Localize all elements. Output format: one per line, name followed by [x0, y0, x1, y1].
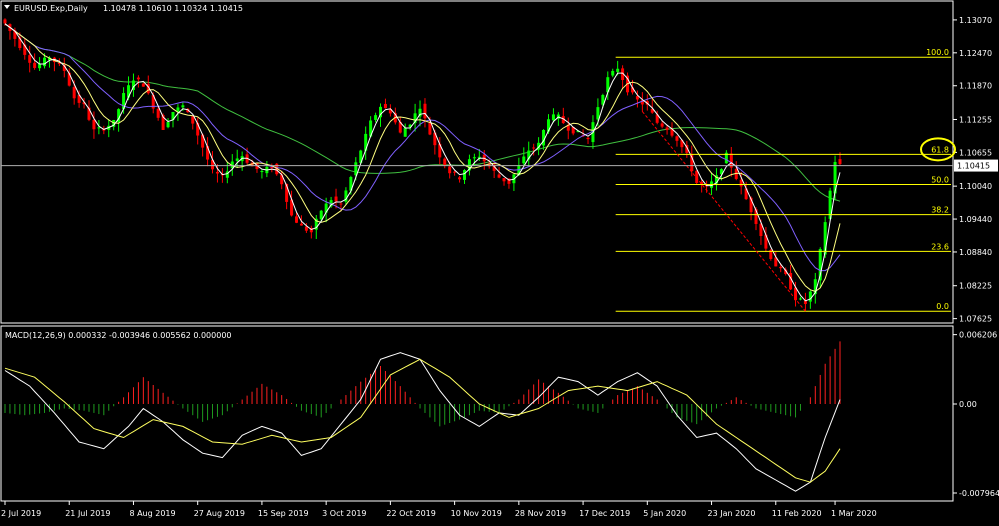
bear-candle — [334, 196, 338, 202]
bear-candle — [72, 87, 76, 99]
bear-candle — [28, 55, 32, 63]
bull-candle — [235, 158, 239, 161]
bull-candle — [374, 115, 378, 120]
bull-candle — [166, 122, 170, 128]
fib-level-label: 23.6 — [931, 242, 949, 251]
bear-candle — [3, 19, 7, 24]
bear-candle — [695, 170, 699, 183]
current-price-label: 1.10415 — [957, 162, 990, 171]
bear-candle — [838, 159, 842, 164]
bear-candle — [191, 116, 195, 124]
price-tick-label: 1.10655 — [959, 148, 992, 157]
time-tick-label: 3 Oct 2019 — [322, 509, 366, 518]
bear-candle — [295, 216, 299, 223]
bear-candle — [33, 62, 37, 68]
bull-candle — [43, 57, 47, 67]
time-tick-label: 17 Dec 2019 — [579, 509, 630, 518]
macd-label: MACD(12,26,9) 0.000332 -0.003946 0.00556… — [5, 331, 232, 340]
fib-level-label: 50.0 — [931, 175, 949, 184]
chart-canvas[interactable]: 1.13070 1.12470 1.11870 1.11255 1.10655 1.100… — [0, 0, 999, 522]
bull-candle — [462, 170, 466, 180]
bear-candle — [502, 178, 506, 182]
bear-candle — [779, 266, 783, 269]
macd-tick-label: -0.007964 — [959, 489, 999, 498]
time-tick-label: 23 Jan 2020 — [708, 509, 756, 518]
bear-candle — [675, 136, 679, 141]
macd-tick-label: 0.006206 — [959, 331, 997, 340]
bear-candle — [215, 171, 219, 174]
bear-candle — [660, 123, 664, 127]
bear-candle — [497, 174, 501, 178]
bear-candle — [383, 103, 387, 109]
price-tick-label: 1.13070 — [959, 16, 992, 25]
bear-candle — [448, 166, 452, 174]
time-tick-label: 15 Sep 2019 — [258, 509, 309, 518]
price-tick-label: 1.08225 — [959, 282, 992, 291]
fib-level-label: 100.0 — [926, 48, 949, 57]
bull-candle — [808, 291, 812, 302]
bear-candle — [458, 177, 462, 180]
bull-candle — [551, 114, 555, 121]
bull-candle — [798, 298, 802, 300]
price-tick-label: 1.07625 — [959, 315, 992, 324]
bull-candle — [97, 127, 101, 129]
price-tick-label: 1.10040 — [959, 182, 992, 191]
bull-candle — [319, 210, 323, 220]
time-tick-label: 21 Jul 2019 — [65, 509, 110, 518]
bull-candle — [522, 156, 526, 164]
bull-candle — [403, 128, 407, 137]
bear-candle — [532, 147, 536, 149]
bull-candle — [472, 157, 476, 159]
time-tick-label: 10 Nov 2019 — [451, 509, 502, 518]
macd-tick-label: 0.00 — [959, 400, 977, 409]
price-tick-label: 1.11870 — [959, 82, 992, 91]
bear-candle — [428, 122, 432, 135]
time-tick-label: 27 Aug 2019 — [194, 509, 245, 518]
bull-candle — [181, 105, 185, 108]
price-tick-label: 1.12470 — [959, 49, 992, 58]
bull-candle — [611, 70, 615, 76]
chart-background — [0, 0, 999, 522]
price-tick-label: 1.09440 — [959, 215, 992, 224]
bear-candle — [299, 223, 303, 226]
price-tick-label: 1.08840 — [959, 248, 992, 257]
bear-candle — [443, 158, 447, 166]
time-tick-label: 28 Nov 2019 — [515, 509, 566, 518]
time-tick-label: 22 Oct 2019 — [386, 509, 435, 518]
bull-candle — [260, 171, 264, 173]
fib-level-label: 61.8 — [931, 145, 949, 154]
bull-candle — [616, 68, 620, 72]
bear-candle — [665, 127, 669, 130]
price-tick-label: 1.11255 — [959, 115, 992, 124]
bear-candle — [92, 119, 96, 130]
bear-candle — [141, 83, 145, 87]
bear-candle — [453, 171, 457, 173]
time-tick-label: 8 Aug 2019 — [129, 509, 175, 518]
bear-candle — [156, 108, 160, 118]
fib-level-label: 0.0 — [936, 302, 949, 311]
bear-candle — [586, 137, 590, 140]
bear-candle — [423, 103, 427, 119]
time-tick-label: 2 Jul 2019 — [1, 509, 41, 518]
fib-level-label: 38.2 — [931, 206, 949, 215]
time-tick-label: 11 Feb 2020 — [772, 509, 822, 518]
symbol-label: EURUSD.Exp,Daily — [14, 4, 88, 13]
time-tick-label: 5 Jan 2020 — [643, 509, 686, 518]
ohlc-header: 1.10478 1.10610 1.10324 1.10415 — [103, 4, 243, 13]
bear-candle — [339, 203, 343, 205]
trading-chart: 1.13070 1.12470 1.11870 1.11255 1.10655 1.100… — [0, 0, 999, 522]
bear-candle — [136, 77, 140, 80]
time-tick-label: 1 Mar 2020 — [831, 509, 877, 518]
